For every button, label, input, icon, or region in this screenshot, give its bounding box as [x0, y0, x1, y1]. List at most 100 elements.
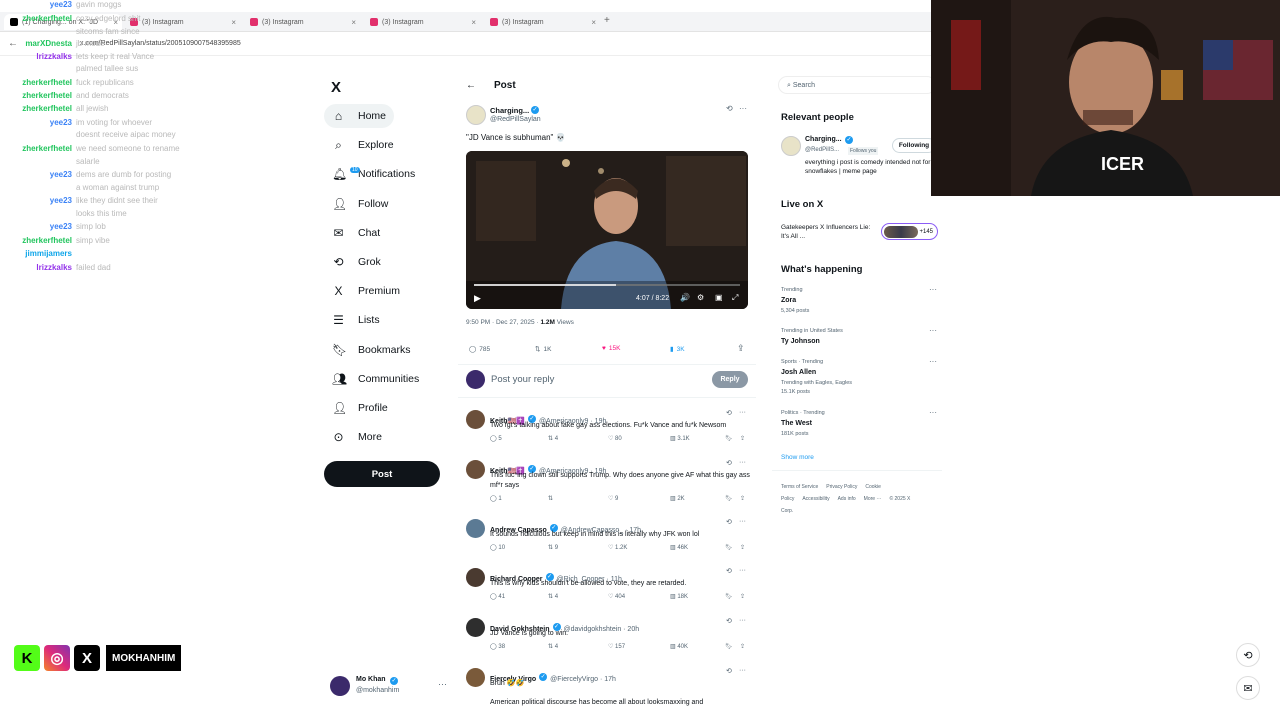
share-icon[interactable]: ⇪	[740, 495, 745, 502]
views-stat[interactable]: ▥ 3.1K	[670, 435, 690, 442]
trend-name[interactable]: Ty Johnson	[781, 338, 820, 345]
more-dots-icon[interactable]: ···	[929, 326, 937, 335]
share-icon[interactable]: ⇪	[740, 593, 745, 600]
heart-stat[interactable]: ♡ 157	[608, 643, 625, 650]
new-tab-icon[interactable]: +	[604, 15, 610, 26]
share-icon[interactable]: ⇪	[740, 435, 745, 442]
repost-stat[interactable]: ⇅ 4	[548, 643, 558, 650]
reply-count[interactable]: ◯ 785	[469, 345, 490, 354]
heart-stat[interactable]: ♡ 80	[608, 435, 622, 442]
more-dots-icon[interactable]: ···	[739, 518, 746, 525]
footer-link[interactable]: Terms of Service	[781, 484, 818, 490]
more-dots-icon[interactable]: ···	[929, 408, 937, 417]
account-switcher[interactable]: Mo Khan ✓ @mokhanhim ···	[330, 674, 450, 698]
grok-icon[interactable]: ⟲	[726, 567, 732, 575]
grok-icon[interactable]: ⟲	[726, 518, 732, 526]
grok-floating-icon[interactable]: ⟲	[1236, 643, 1260, 667]
volume-icon[interactable]: 🔊	[680, 293, 690, 302]
video-player[interactable]: ▶ 4:07 / 8:22 🔊 ⚙ ▣ ⤢	[466, 151, 748, 309]
more-dots-icon[interactable]: ···	[438, 679, 447, 689]
grok-icon[interactable]: ⟲	[726, 617, 732, 625]
heart-stat[interactable]: ♡ 9	[608, 495, 618, 502]
footer-link[interactable]: Ads info	[838, 496, 856, 502]
avatar[interactable]	[466, 105, 486, 125]
avatar[interactable]	[466, 460, 485, 479]
trend-name[interactable]: Zora	[781, 297, 796, 304]
nav-item-bookmarks[interactable]: 🔖︎ Bookmarks	[324, 338, 419, 362]
grok-icon[interactable]: ⟲	[726, 104, 733, 113]
following-button[interactable]: Following	[892, 138, 936, 153]
repost-count[interactable]: ⇅ 1K	[535, 345, 551, 354]
bookmark-icon[interactable]: 🔖︎	[725, 593, 733, 600]
avatar[interactable]	[466, 668, 485, 687]
post-author-handle[interactable]: @RedPillSaylan	[490, 116, 541, 123]
nav-item-home[interactable]: ⌂ Home	[324, 104, 395, 128]
search-input[interactable]: ⌕ Search	[778, 76, 936, 94]
show-more-link[interactable]: Show more	[781, 454, 814, 461]
fullscreen-icon[interactable]: ⤢	[732, 293, 738, 303]
avatar[interactable]	[466, 410, 485, 429]
x-logo-icon[interactable]: X	[331, 79, 341, 96]
settings-gear-icon[interactable]: ⚙	[697, 293, 704, 302]
nav-item-grok[interactable]: ⟲ Grok	[324, 250, 389, 274]
reply-input[interactable]: Post your reply	[491, 374, 554, 385]
bookmark-count[interactable]: ▮ 3K	[670, 345, 685, 354]
bookmark-icon[interactable]: 🔖︎	[725, 544, 733, 551]
close-tab-icon[interactable]: ×	[351, 18, 356, 27]
heart-stat[interactable]: ♡ 1.2K	[608, 544, 627, 551]
reply-stat[interactable]: ◯ 38	[490, 643, 505, 650]
messages-floating-icon[interactable]: ✉	[1236, 676, 1260, 700]
nav-item-premium[interactable]: X Premium	[324, 279, 408, 303]
live-participants[interactable]: +145	[881, 223, 938, 240]
bookmark-icon[interactable]: 🔖︎	[725, 643, 733, 650]
more-dots-icon[interactable]: ···	[929, 285, 937, 294]
footer-link[interactable]: Accessibility	[802, 496, 829, 502]
back-arrow-icon[interactable]: ←	[466, 80, 476, 91]
more-dots-icon[interactable]: ···	[739, 104, 747, 113]
avatar[interactable]	[466, 519, 485, 538]
repost-stat[interactable]: ⇅ 9	[548, 544, 558, 551]
pip-icon[interactable]: ▣	[715, 293, 723, 302]
post-author-name[interactable]: Charging...	[490, 106, 529, 115]
nav-item-chat[interactable]: ✉ Chat	[324, 221, 388, 245]
post-button[interactable]: Post	[324, 461, 440, 487]
avatar[interactable]	[466, 618, 485, 637]
nav-item-explore[interactable]: ⌕ Explore	[324, 133, 402, 157]
close-tab-icon[interactable]: ×	[231, 18, 236, 27]
browser-tab[interactable]: (3) Instagram ×	[124, 14, 240, 30]
browser-tab[interactable]: (3) Instagram ×	[484, 14, 600, 30]
play-icon[interactable]: ▶	[474, 293, 481, 304]
browser-tab[interactable]: (3) Instagram ×	[244, 14, 360, 30]
bookmark-icon[interactable]: 🔖︎	[725, 495, 733, 502]
repost-stat[interactable]: ⇅	[548, 495, 553, 502]
avatar[interactable]	[781, 136, 801, 156]
nav-item-lists[interactable]: ☰ Lists	[324, 308, 388, 332]
grok-icon[interactable]: ⟲	[726, 409, 732, 417]
nav-item-follow[interactable]: 👤︎ Follow	[324, 192, 396, 216]
more-dots-icon[interactable]: ···	[739, 409, 746, 416]
avatar[interactable]	[466, 568, 485, 587]
footer-link[interactable]: More ···	[864, 496, 882, 502]
repost-stat[interactable]: ⇅ 4	[548, 435, 558, 442]
nav-item-more[interactable]: ⊙ More	[324, 425, 390, 449]
live-item[interactable]: Gatekeepers X Influencers Lie: It's All …	[781, 223, 873, 241]
grok-icon[interactable]: ⟲	[726, 459, 732, 467]
reply-stat[interactable]: ◯ 41	[490, 593, 505, 600]
more-dots-icon[interactable]: ···	[739, 667, 746, 674]
browser-tab[interactable]: (3) Instagram ×	[364, 14, 480, 30]
views-stat[interactable]: ▥ 18K	[670, 593, 688, 600]
views-stat[interactable]: ▥ 40K	[670, 643, 688, 650]
share-icon[interactable]: ⇪	[740, 643, 745, 650]
bookmark-icon[interactable]: 🔖︎	[725, 435, 733, 442]
nav-item-communities[interactable]: 👥︎ Communities	[324, 367, 427, 391]
reply-stat[interactable]: ◯ 1	[490, 495, 502, 502]
nav-item-profile[interactable]: 👤︎ Profile	[324, 396, 396, 420]
share-icon[interactable]: ⇪	[737, 343, 745, 354]
more-dots-icon[interactable]: ···	[739, 617, 746, 624]
footer-link[interactable]: Privacy Policy	[826, 484, 857, 490]
reply-stat[interactable]: ◯ 10	[490, 544, 505, 551]
more-dots-icon[interactable]: ···	[929, 357, 937, 366]
close-tab-icon[interactable]: ×	[591, 18, 596, 27]
heart-stat[interactable]: ♡ 404	[608, 593, 625, 600]
more-dots-icon[interactable]: ···	[739, 459, 746, 466]
